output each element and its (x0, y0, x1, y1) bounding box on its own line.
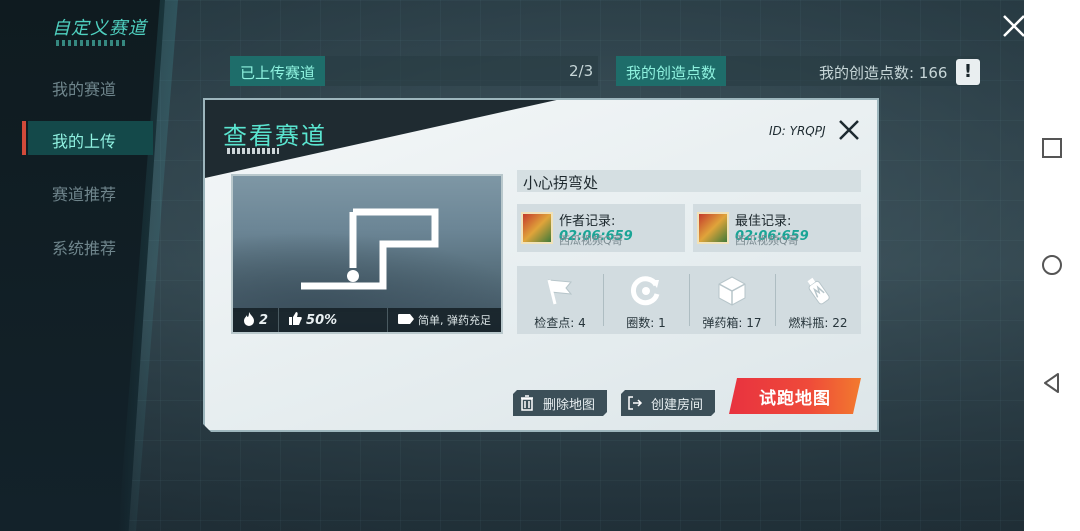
sidebar-title: 自定义赛道 (52, 18, 147, 39)
recent-apps-icon[interactable] (1041, 137, 1063, 159)
dialog-title: 查看赛道 (223, 122, 327, 150)
test-run-map-button[interactable]: 试跑地图 (729, 378, 861, 414)
author-record-label: 作者记录: (559, 214, 616, 229)
track-tags: 简单, 弹药充足 (418, 314, 491, 327)
stat-laps: 圈数: 1 (603, 266, 689, 334)
avatar (697, 212, 729, 244)
best-record-card: 最佳记录: 02:06:659 西瓜视频Q哥 (693, 204, 861, 252)
sidebar-item-system[interactable]: 系统推荐 (52, 235, 116, 259)
tag-icon (398, 313, 414, 327)
stat-checkpoints: 检查点: 4 (517, 266, 603, 334)
track-id: ID: YRQPJ (769, 124, 826, 138)
uploaded-tracks-label: 已上传赛道 (230, 56, 326, 86)
avatar (521, 212, 553, 244)
fuel-bottle-icon (801, 274, 835, 308)
lap-icon (629, 274, 663, 308)
like-rate: 50% (306, 312, 338, 328)
stat-ammo-boxes: 弹药箱: 17 (689, 266, 775, 334)
dialog-title-deco (227, 148, 279, 154)
author-record-card: 作者记录: 02:06:659 西瓜视频Q哥 (517, 204, 685, 252)
track-detail-dialog: 查看赛道 ID: YRQPJ 2 50% 简单, 弹药充足 小心拐弯处 作者记录… (203, 98, 879, 432)
uploaded-count: 2/3 (569, 62, 594, 80)
sidebar-item-my-uploads[interactable]: 我的上传 (22, 121, 153, 155)
heat-value: 2 (259, 312, 269, 328)
system-nav-bar (1024, 0, 1080, 531)
thumbs-up-icon (289, 312, 302, 328)
fire-icon (243, 312, 255, 329)
creation-points-value: 我的创造点数: 166 (819, 64, 948, 82)
best-record-label: 最佳记录: (735, 214, 792, 229)
create-room-button[interactable]: 创建房间 (621, 390, 715, 416)
ammo-box-icon (715, 274, 749, 308)
best-record-player: 西瓜视频Q哥 (735, 234, 799, 247)
flag-icon (543, 274, 577, 308)
warning-icon[interactable]: ! (956, 59, 980, 85)
enter-room-icon (627, 395, 643, 411)
dialog-close-icon[interactable] (837, 118, 861, 142)
delete-map-button[interactable]: 删除地图 (513, 390, 607, 416)
sidebar-item-recommended[interactable]: 赛道推荐 (52, 181, 116, 205)
creation-points-tab: 我的创造点数 (616, 56, 727, 86)
author-record-player: 西瓜视频Q哥 (559, 234, 623, 247)
stat-fuel-bottles: 燃料瓶: 22 (775, 266, 861, 334)
trash-icon (519, 395, 535, 411)
track-stats: 检查点: 4 圈数: 1 弹药箱: 17 燃料瓶: 22 (517, 266, 861, 334)
home-icon[interactable] (1041, 254, 1063, 276)
sidebar-title-deco (56, 40, 126, 46)
back-icon[interactable] (1041, 372, 1063, 394)
thumbnail-info-bar: 2 50% 简单, 弹药充足 (233, 308, 501, 332)
track-name: 小心拐弯处 (517, 170, 861, 192)
sidebar-item-my-tracks[interactable]: 我的赛道 (52, 76, 116, 100)
track-thumbnail: 2 50% 简单, 弹药充足 (231, 174, 503, 334)
